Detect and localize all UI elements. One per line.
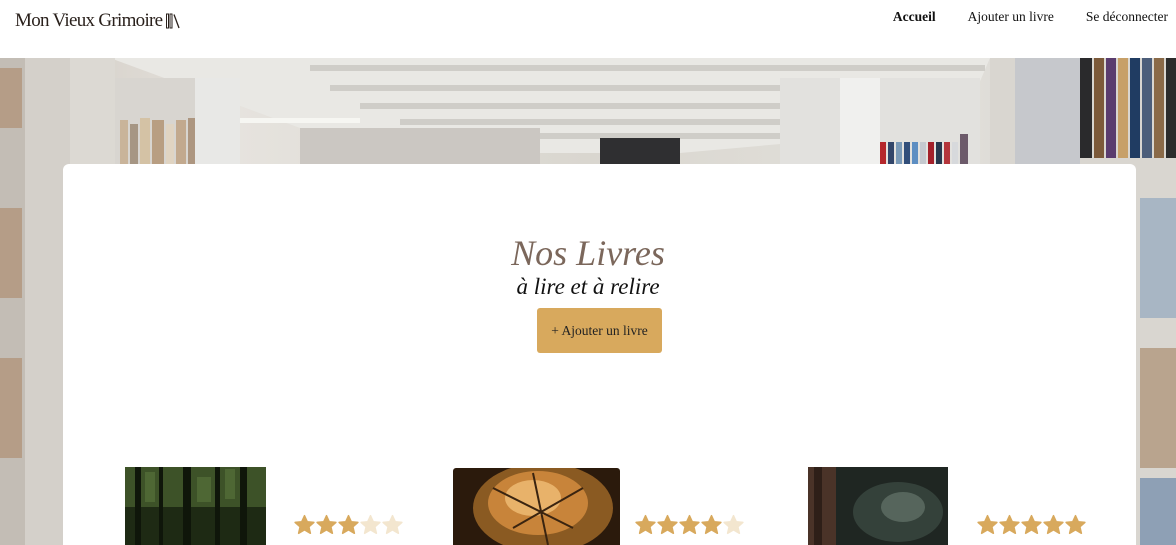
- star-filled-icon: [999, 514, 1020, 535]
- nav-logout-link[interactable]: Se déconnecter: [1086, 9, 1168, 25]
- site-header: Mon Vieux Grimoire Accueil Ajouter un li…: [0, 0, 1176, 58]
- star-filled-icon: [294, 514, 315, 535]
- star-empty-icon: [723, 514, 744, 535]
- book-cover-1[interactable]: [125, 467, 266, 545]
- star-filled-icon: [316, 514, 337, 535]
- logo-text: Mon Vieux Grimoire: [15, 10, 163, 31]
- autumn-leaf-photo: [453, 468, 620, 545]
- book-rating-2: [635, 514, 744, 535]
- book-rating-3: [977, 514, 1086, 535]
- star-filled-icon: [1021, 514, 1042, 535]
- star-filled-icon: [679, 514, 700, 535]
- star-empty-icon: [360, 514, 381, 535]
- star-filled-icon: [338, 514, 359, 535]
- star-filled-icon: [657, 514, 678, 535]
- add-book-button[interactable]: + Ajouter un livre: [537, 308, 662, 353]
- book-cover-3[interactable]: [808, 467, 948, 545]
- star-filled-icon: [701, 514, 722, 535]
- nav-accueil-link[interactable]: Accueil: [893, 9, 936, 25]
- page-title: Nos Livres: [511, 233, 665, 273]
- star-filled-icon: [635, 514, 656, 535]
- site-logo[interactable]: Mon Vieux Grimoire: [15, 10, 181, 32]
- main-nav: Accueil Ajouter un livre Se déconnecter: [893, 9, 1168, 25]
- star-filled-icon: [1065, 514, 1086, 535]
- books-logo-icon: [166, 13, 181, 29]
- forest-photo: [125, 467, 266, 545]
- star-empty-icon: [382, 514, 403, 535]
- page-subtitle: à lire et à relire: [516, 274, 660, 299]
- book-cover-2[interactable]: [453, 468, 620, 545]
- nav-add-book-link[interactable]: Ajouter un livre: [968, 9, 1054, 25]
- tree-bark-photo: [808, 467, 948, 545]
- book-rating-1: [294, 514, 403, 535]
- star-filled-icon: [977, 514, 998, 535]
- star-filled-icon: [1043, 514, 1064, 535]
